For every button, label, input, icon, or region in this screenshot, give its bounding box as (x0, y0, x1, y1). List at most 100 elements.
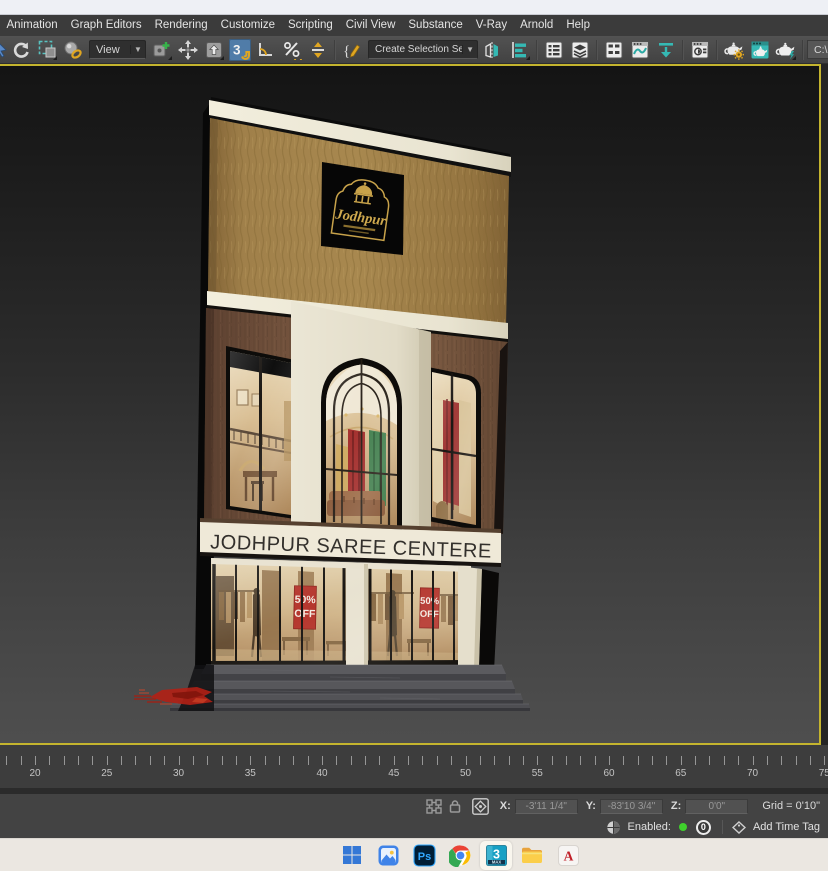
transform-gizmo-icon[interactable] (426, 799, 443, 814)
use-pivot-center-icon[interactable] (151, 39, 173, 61)
menu-substance[interactable]: Substance (402, 15, 469, 36)
toolbar-separator (802, 40, 804, 60)
svg-text:3: 3 (233, 42, 241, 57)
key-counter-value: 0 (701, 822, 706, 832)
taskbar-photoshop[interactable]: Ps (408, 841, 440, 870)
menu-arnold[interactable]: Arnold (514, 15, 560, 36)
select-and-link-icon[interactable] (62, 39, 84, 61)
render-production-icon[interactable] (775, 39, 797, 61)
taskbar-start-button[interactable] (336, 841, 368, 870)
main-toolbar: View ▼ 3 (0, 36, 828, 64)
redo-icon[interactable] (10, 39, 32, 61)
frame-tick (21, 756, 22, 765)
angle-snap-icon[interactable] (255, 39, 277, 61)
key-counter-badge[interactable]: 0 (696, 820, 711, 835)
frame-tick (236, 756, 237, 765)
toolbar-separator (716, 40, 718, 60)
menu-animation[interactable]: Animation (0, 15, 64, 36)
arch-window (321, 358, 402, 531)
frame-number-label: 40 (316, 768, 327, 779)
track-bar[interactable]: 202530354045505560657075 (0, 745, 828, 794)
toggle-layer-explorer-icon[interactable] (569, 39, 591, 61)
select-object-icon[interactable] (0, 39, 8, 61)
frame-tick (767, 756, 768, 765)
selection-set-value: Create Selection Se (375, 44, 462, 55)
frame-tick (480, 756, 481, 765)
z-coordinate-label: Z: (671, 800, 681, 812)
frame-tick (580, 756, 581, 765)
frame-number-label: 45 (388, 768, 399, 779)
select-and-move-icon[interactable] (177, 39, 199, 61)
windows-taskbar: Ps 3MAX A (0, 838, 828, 871)
spinner-snap-icon[interactable] (307, 39, 329, 61)
taskbar-3dsmax[interactable]: 3MAX (480, 841, 512, 870)
taskbar-photos-app[interactable] (372, 841, 404, 870)
edit-named-selection-sets-icon[interactable]: { (341, 39, 363, 61)
toggle-scene-explorer-icon[interactable] (543, 39, 565, 61)
add-time-tag-label[interactable]: Add Time Tag (753, 821, 820, 833)
frame-tick (279, 756, 280, 765)
frame-tick (179, 756, 180, 765)
entrance-steps (170, 665, 530, 711)
x-coordinate-field[interactable]: -3'11 1/4" (515, 799, 578, 814)
frame-tick (35, 756, 36, 765)
selection-lock-icon[interactable] (449, 799, 461, 813)
3dsmax-window: Animation Graph Editors Rendering Custom… (0, 0, 828, 871)
frame-tick (666, 756, 667, 765)
schematic-view-icon[interactable] (655, 39, 677, 61)
svg-text:{: { (343, 43, 350, 59)
y-coordinate-field[interactable]: -83'10 3/4" (600, 799, 663, 814)
select-and-place-icon[interactable] (203, 39, 225, 61)
frame-number-label: 55 (532, 768, 543, 779)
selection-region-icon[interactable] (36, 39, 58, 61)
frame-number-label: 20 (29, 768, 40, 779)
frame-number-label: 25 (101, 768, 112, 779)
frame-tick (466, 756, 467, 765)
menu-help[interactable]: Help (560, 15, 597, 36)
y-coordinate-value: -83'10 3/4" (608, 801, 656, 812)
menu-scripting[interactable]: Scripting (282, 15, 340, 36)
menu-graph-editors[interactable]: Graph Editors (64, 15, 148, 36)
frame-number-label: 70 (747, 768, 758, 779)
mirror-icon[interactable] (483, 39, 505, 61)
key-filter-icon[interactable] (606, 820, 621, 835)
snaps-toggle-3d-icon[interactable]: 3 (229, 39, 251, 61)
curve-editor-icon[interactable] (629, 39, 651, 61)
named-selection-set-dropdown[interactable]: Create Selection Se ▼ (368, 40, 478, 59)
rendered-frame-window-icon[interactable] (749, 39, 771, 61)
enabled-label: Enabled: (628, 821, 671, 833)
project-path-field[interactable]: C:\Users\S (807, 40, 828, 59)
toggle-ribbon-icon[interactable] (603, 39, 625, 61)
frame-tick (107, 756, 108, 765)
frame-tick (781, 756, 782, 765)
render-setup-icon[interactable] (723, 39, 745, 61)
grid-size-label: Grid = 0'10" (762, 800, 820, 812)
reference-coordinate-system-dropdown[interactable]: View ▼ (89, 40, 146, 59)
align-icon[interactable] (509, 39, 531, 61)
menu-civil-view[interactable]: Civil View (339, 15, 402, 36)
menu-rendering[interactable]: Rendering (148, 15, 214, 36)
z-coordinate-field[interactable]: 0'0" (685, 799, 748, 814)
taskbar-file-explorer[interactable] (516, 841, 548, 870)
menu-customize[interactable]: Customize (214, 15, 281, 36)
menu-vray[interactable]: V-Ray (469, 15, 513, 36)
taskbar-autocad[interactable]: A (552, 841, 584, 870)
toolbar-separator (596, 40, 598, 60)
material-editor-icon[interactable] (689, 39, 711, 61)
absolute-mode-icon[interactable] (472, 798, 489, 815)
frame-tick (451, 756, 452, 765)
3dsmax-label-max: MAX (491, 859, 501, 864)
frame-tick (509, 756, 510, 765)
frame-tick (336, 756, 337, 765)
red-spill (134, 687, 213, 705)
taskbar-chrome[interactable] (444, 841, 476, 870)
frame-tick (724, 756, 725, 765)
perspective-viewport[interactable]: Jodhpur (0, 64, 821, 745)
frame-tick (408, 756, 409, 765)
toolbar-separator (536, 40, 538, 60)
percent-snap-icon[interactable] (281, 39, 303, 61)
frame-number-label: 50 (460, 768, 471, 779)
dropdown-arrow-icon: ▼ (462, 45, 477, 54)
frame-tick (322, 756, 323, 765)
toolbar-separator (682, 40, 684, 60)
